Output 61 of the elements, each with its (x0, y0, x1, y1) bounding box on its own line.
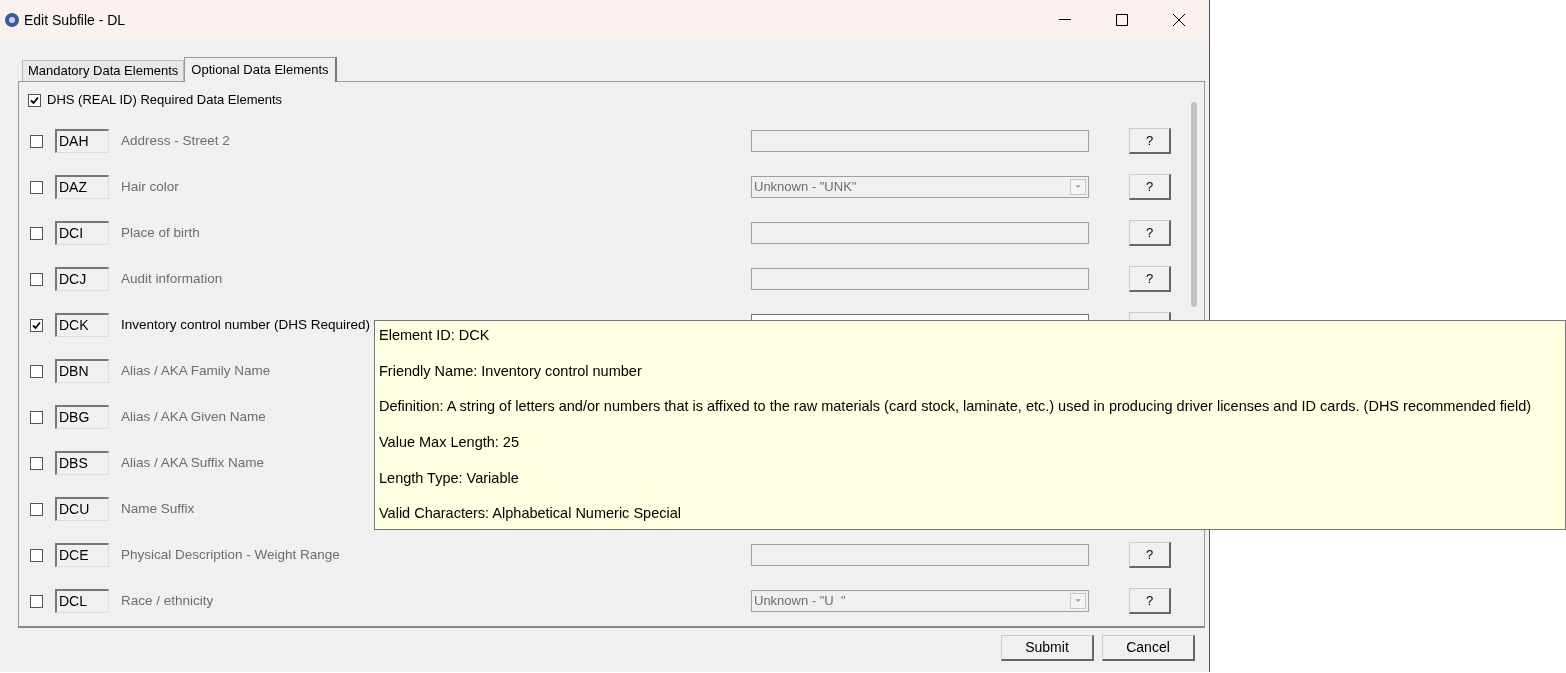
element-label: Hair color (121, 177, 179, 196)
help-button[interactable]: ? (1129, 174, 1171, 200)
tooltip-line: Length Type: Variable (379, 468, 520, 488)
element-code: DBG (55, 405, 109, 429)
checkbox[interactable] (30, 180, 43, 194)
element-label: Address - Street 2 (121, 131, 230, 150)
element-code: DAH (55, 129, 109, 153)
element-code: DCE (55, 543, 109, 567)
tooltip-line: Definition: A string of letters and/or numbers that is affixed to the raw materials (card stock, laminate, etc.) used in producing driver licenses and ID cards. (DHS recommended field) (379, 397, 1533, 417)
element-label: Alias / AKA Suffix Name (121, 453, 265, 472)
caret-icon (1070, 179, 1086, 195)
tooltip-line: Friendly Name: Inventory control number (379, 361, 643, 381)
element-label: Alias / AKA Family Name (121, 361, 271, 380)
checkbox[interactable] (30, 594, 43, 608)
element-label: Alias / AKA Given Name (121, 407, 266, 426)
element-code: DCJ (55, 267, 109, 291)
checkbox-label: DHS (REAL ID) Required Data Elements (47, 91, 283, 110)
help-button[interactable]: ? (1129, 588, 1171, 614)
help-button[interactable]: ? (1129, 266, 1171, 292)
element-label: Name Suffix (121, 499, 195, 518)
help-button[interactable]: ? (1129, 220, 1171, 246)
tooltip-line: Element ID: DCK (379, 326, 491, 345)
checkbox[interactable] (30, 226, 43, 240)
element-code: DAZ (55, 175, 109, 199)
checkbox[interactable] (30, 502, 43, 516)
element-label: Place of birth (121, 223, 200, 242)
element-label: Physical Description - Weight Range (121, 545, 340, 564)
checkbox[interactable] (30, 318, 43, 332)
checkbox[interactable] (30, 548, 43, 562)
checkbox[interactable] (30, 456, 43, 470)
tooltip-line: Value Max Length: 25 (379, 432, 520, 452)
element-code: DCL (55, 589, 109, 613)
dropdown[interactable]: Unknown - "U " (751, 590, 1089, 612)
checkbox[interactable] (30, 134, 43, 148)
caret-icon (1070, 593, 1086, 609)
checkbox[interactable] (28, 93, 41, 107)
element-label: Inventory control number (DHS Required) (121, 315, 371, 334)
dialog-button[interactable]: Cancel (1102, 635, 1195, 661)
element-code: DBS (55, 451, 109, 475)
element-label: Race / ethnicity (121, 591, 214, 610)
element-code: DCK (55, 313, 109, 337)
tooltip-line: Valid Characters: Alphabetical Numeric Special (379, 504, 682, 524)
close-icon[interactable] (1173, 14, 1185, 26)
checkbox[interactable] (30, 272, 43, 286)
checkbox[interactable] (30, 364, 43, 378)
maximize-icon[interactable] (1116, 14, 1128, 26)
tab[interactable]: Optional Data Elements (184, 57, 337, 82)
tab[interactable]: Mandatory Data Elements (22, 60, 185, 81)
element-code: DBN (55, 359, 109, 383)
element-code: DCU (55, 497, 109, 521)
element-label: Audit information (121, 269, 223, 288)
help-button[interactable]: ? (1129, 542, 1171, 568)
scrollbar-thumb[interactable] (1191, 102, 1197, 307)
element-code: DCI (55, 221, 109, 245)
dialog-button[interactable]: Submit (1001, 635, 1094, 661)
dropdown[interactable]: Unknown - "UNK" (751, 176, 1089, 198)
app-icon (4, 12, 20, 28)
minimize-icon[interactable] (1059, 19, 1071, 21)
window-title: Edit Subfile - DL (24, 10, 126, 30)
help-button[interactable]: ? (1129, 128, 1171, 154)
checkbox[interactable] (30, 410, 43, 424)
